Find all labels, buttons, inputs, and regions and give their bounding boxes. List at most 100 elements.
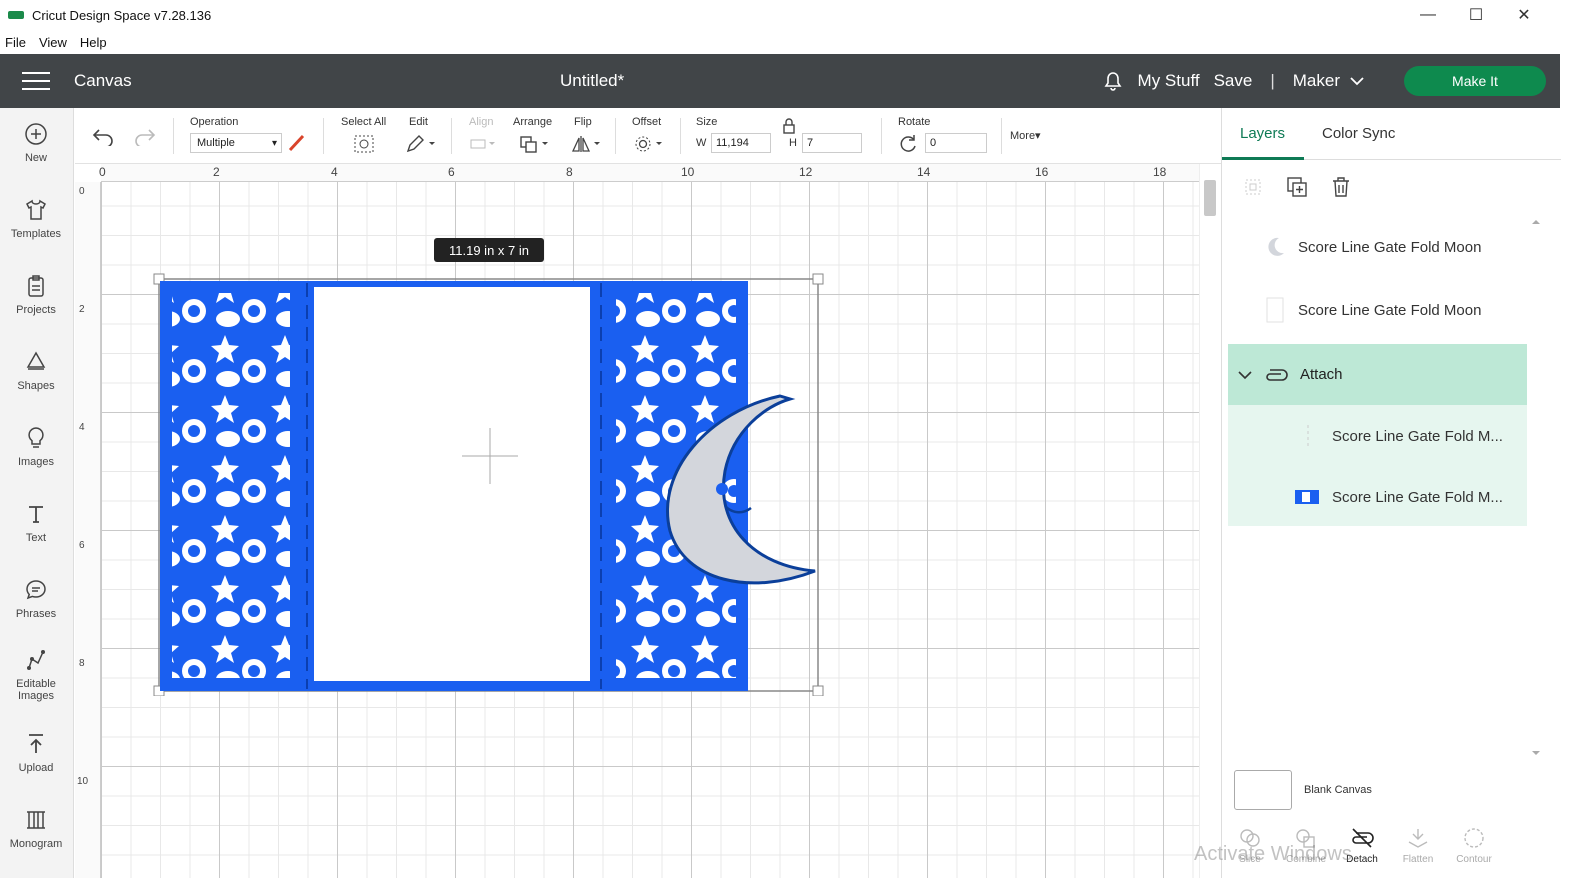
- save-button[interactable]: Save: [1214, 71, 1253, 91]
- contour-button: Contour: [1446, 820, 1502, 878]
- sidebar-item-phrases[interactable]: Phrases: [0, 578, 72, 620]
- flatten-label: Flatten: [1402, 854, 1434, 865]
- shapes-icon: [26, 351, 46, 370]
- rotate-input[interactable]: 0: [925, 133, 987, 153]
- sidebar-item-shapes[interactable]: Shapes: [0, 350, 72, 392]
- lock-icon[interactable]: [782, 118, 796, 134]
- close-button[interactable]: ✕: [1500, 0, 1548, 30]
- header-bar: Canvas Untitled* My Stuff Save | Maker M…: [0, 54, 1560, 108]
- window-titlebar: Cricut Design Space v7.28.136 — ☐ ✕: [0, 0, 1560, 30]
- layers-panel: Layers Color Sync Score Line Gate Fold M…: [1221, 108, 1561, 878]
- arrange-label: Arrange: [513, 116, 553, 128]
- machine-dropdown[interactable]: Maker: [1293, 71, 1364, 91]
- width-label: W: [696, 137, 707, 149]
- align-label: Align: [469, 116, 494, 128]
- select-all-icon[interactable]: [353, 134, 375, 154]
- group-name: Attach: [1300, 366, 1343, 383]
- blank-canvas-label: Blank Canvas: [1304, 784, 1372, 796]
- sidebar-label: Projects: [16, 304, 56, 316]
- section-title: Canvas: [74, 71, 132, 90]
- layer-item[interactable]: Score Line Gate Fold Moon: [1228, 279, 1528, 341]
- ruler-tick-label: 12: [799, 165, 813, 179]
- menu-view[interactable]: View: [39, 35, 67, 50]
- ruler-tick-label: 6: [448, 165, 455, 179]
- undo-icon[interactable]: [91, 126, 115, 146]
- upload-icon: [29, 734, 43, 753]
- blank-canvas-swatch[interactable]: [1234, 770, 1292, 810]
- contour-label: Contour: [1456, 854, 1492, 865]
- activate-windows-watermark: Activate Windows: [1194, 843, 1352, 865]
- sidebar-item-upload[interactable]: Upload: [0, 732, 72, 774]
- sidebar-item-new[interactable]: New: [0, 122, 72, 164]
- document-title: Untitled*: [560, 71, 625, 90]
- sidebar-item-templates[interactable]: Templates: [0, 198, 72, 240]
- menu-file[interactable]: File: [5, 35, 26, 50]
- moon-thumbnail-icon: [1268, 237, 1284, 256]
- canvas-vertical-scrollbar[interactable]: [1199, 164, 1219, 878]
- height-input[interactable]: 7: [802, 133, 862, 153]
- left-ruler: 0 2 4 6 8 10: [75, 182, 101, 878]
- shirt-icon: [26, 199, 46, 220]
- delete-icon[interactable]: [1330, 176, 1352, 198]
- gate-fold-card-design[interactable]: [150, 271, 830, 696]
- offset-icon[interactable]: [633, 134, 665, 154]
- make-it-button[interactable]: Make It: [1404, 66, 1546, 96]
- more-button[interactable]: More▾: [1010, 129, 1041, 142]
- arrange-icon[interactable]: [519, 134, 551, 154]
- layer-item[interactable]: Score Line Gate Fold M...: [1228, 466, 1527, 528]
- rotate-icon[interactable]: [898, 134, 918, 154]
- active-tab-indicator: [1222, 157, 1304, 160]
- duplicate-icon[interactable]: [1286, 176, 1308, 198]
- edit-pencil-icon[interactable]: [405, 134, 437, 154]
- minimize-button[interactable]: —: [1404, 0, 1452, 30]
- menu-help[interactable]: Help: [80, 35, 107, 50]
- tab-color-sync[interactable]: Color Sync: [1322, 125, 1395, 142]
- blank-canvas-row[interactable]: Blank Canvas: [1234, 770, 1372, 810]
- flatten-button: Flatten: [1390, 820, 1446, 878]
- layer-item[interactable]: Score Line Gate Fold Moon: [1228, 216, 1528, 278]
- sidebar-item-images[interactable]: Images: [0, 426, 72, 468]
- align-icon: [470, 139, 495, 149]
- ruler-tick-label: 2: [79, 304, 85, 315]
- ruler-tick-label: 6: [79, 540, 85, 551]
- size-label: Size: [696, 116, 718, 128]
- hamburger-menu-icon[interactable]: [22, 72, 50, 90]
- my-stuff-link[interactable]: My Stuff: [1138, 71, 1200, 91]
- sidebar-item-editable-images[interactable]: Editable Images: [0, 648, 72, 702]
- attach-group-header[interactable]: Attach: [1228, 344, 1527, 405]
- bulb-icon: [28, 427, 44, 448]
- ruler-tick-label: 10: [77, 776, 89, 787]
- contour-icon: [1464, 828, 1484, 848]
- sidebar-label: Shapes: [17, 380, 55, 392]
- panel-scrollbar[interactable]: [1531, 218, 1541, 758]
- layer-actions: [1242, 176, 1352, 198]
- sidebar-label: Phrases: [15, 608, 57, 620]
- scrollbar-thumb[interactable]: [1204, 180, 1216, 216]
- sidebar-label: Templates: [10, 228, 62, 240]
- redo-icon[interactable]: [133, 126, 157, 146]
- notification-bell-icon[interactable]: [1104, 71, 1122, 91]
- design-canvas[interactable]: 0 2 4 6 8 10 12 14 16 18 0 2 4 6 8 10: [75, 164, 1199, 878]
- operation-select[interactable]: Multiple: [190, 133, 282, 153]
- dimension-tooltip: 11.19 in x 7 in: [434, 238, 544, 262]
- sidebar-label: Upload: [18, 762, 54, 774]
- ruler-tick-label: 8: [79, 658, 85, 669]
- sidebar-label: Text: [25, 532, 47, 544]
- maximize-button[interactable]: ☐: [1452, 0, 1500, 30]
- attach-group: Attach Score Line Gate Fold M... Score L…: [1228, 344, 1527, 526]
- blue-card-thumbnail-icon: [1295, 490, 1319, 504]
- chevron-down-icon[interactable]: [1238, 370, 1252, 380]
- layer-name: Score Line Gate Fold M...: [1332, 427, 1503, 445]
- sidebar-item-text[interactable]: Text: [0, 502, 72, 544]
- window-title: Cricut Design Space v7.28.136: [32, 7, 212, 23]
- tab-layers[interactable]: Layers: [1240, 125, 1285, 142]
- layer-item[interactable]: Score Line Gate Fold M...: [1228, 405, 1527, 467]
- cricut-logo-icon: [8, 11, 24, 19]
- operation-label: Operation: [190, 116, 239, 128]
- width-input[interactable]: 11,194: [711, 133, 771, 153]
- sidebar-item-monogram[interactable]: Monogram: [0, 808, 72, 850]
- sidebar-item-projects[interactable]: Projects: [0, 274, 72, 316]
- pen-color-icon[interactable]: [287, 133, 307, 153]
- edit-label: Edit: [409, 116, 428, 128]
- flip-icon[interactable]: [571, 134, 603, 154]
